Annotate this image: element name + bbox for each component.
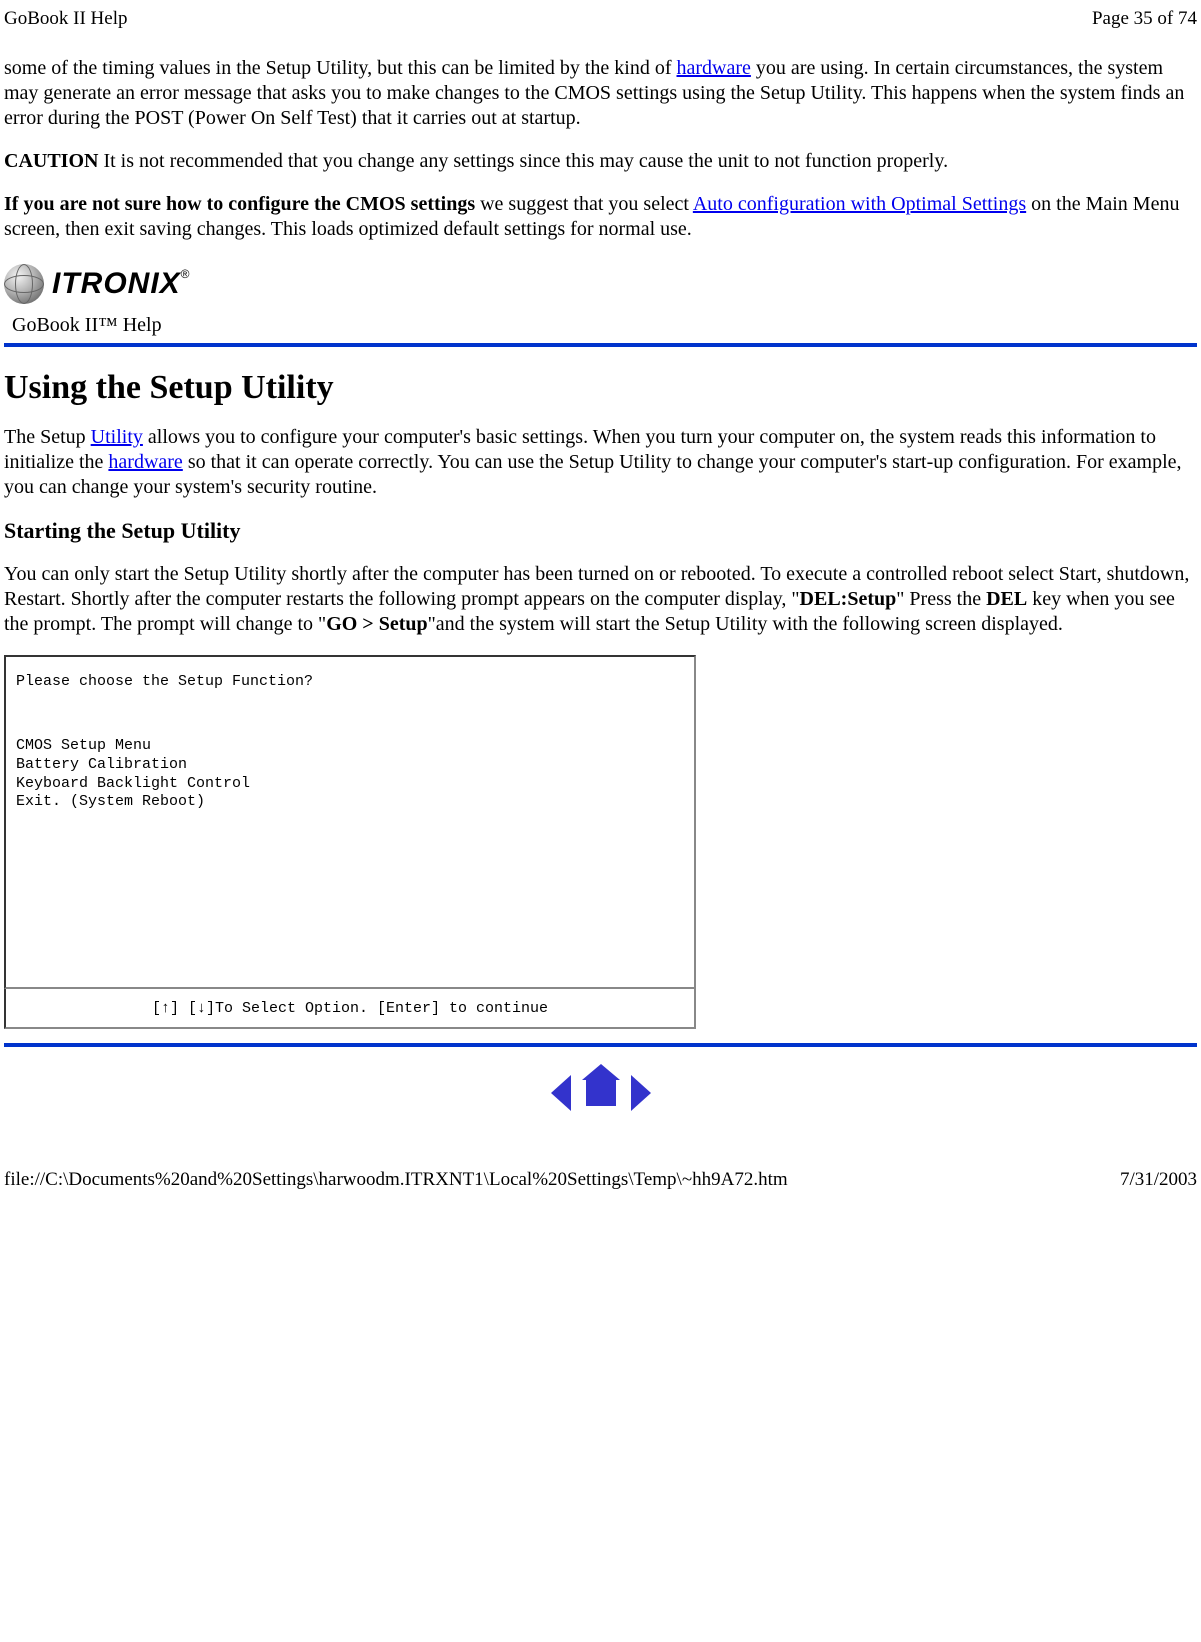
- navigation-controls: [4, 1075, 1197, 1111]
- page-footer: file://C:\Documents%20and%20Settings\har…: [0, 1139, 1201, 1203]
- brand-header-block: ITRONIX® GoBook II™ Help: [4, 260, 1197, 347]
- caution-label: CAUTION: [4, 150, 98, 172]
- brand-subtitle: GoBook II™ Help: [12, 314, 1197, 337]
- text: The Setup: [4, 426, 91, 448]
- divider-bar: [4, 343, 1197, 347]
- menu-item: Keyboard Backlight Control: [16, 775, 250, 794]
- hardware-link-2[interactable]: hardware: [108, 451, 182, 473]
- menu-item: Battery Calibration: [16, 756, 250, 775]
- subsection-heading: Starting the Setup Utility: [4, 518, 1197, 544]
- text: " Press the: [896, 588, 986, 610]
- brand-logo: ITRONIX®: [4, 260, 1197, 308]
- divider-bar: [4, 1043, 1197, 1047]
- hardware-link[interactable]: hardware: [677, 57, 751, 79]
- section-intro-paragraph: The Setup Utility allows you to configur…: [4, 425, 1197, 500]
- next-arrow-icon[interactable]: [631, 1075, 651, 1111]
- prev-arrow-icon[interactable]: [551, 1075, 571, 1111]
- home-icon[interactable]: [586, 1080, 616, 1106]
- text-bold: If you are not sure how to configure the…: [4, 193, 475, 215]
- menu-item: CMOS Setup Menu: [16, 737, 250, 756]
- header-title: GoBook II Help: [4, 8, 127, 30]
- screenshot-hint: [↑] [↓]To Select Option. [Enter] to cont…: [152, 1000, 548, 1017]
- text-bold: GO > Setup: [326, 613, 427, 635]
- cmos-suggestion-paragraph: If you are not sure how to configure the…: [4, 192, 1197, 242]
- footer-path: file://C:\Documents%20and%20Settings\har…: [4, 1169, 788, 1191]
- screenshot-menu: CMOS Setup Menu Battery Calibration Keyb…: [16, 737, 250, 812]
- text: some of the timing values in the Setup U…: [4, 57, 677, 79]
- screenshot-prompt: Please choose the Setup Function?: [16, 673, 313, 690]
- text-bold: DEL:Setup: [800, 588, 897, 610]
- setup-screenshot: Please choose the Setup Function? CMOS S…: [4, 655, 696, 1029]
- text-bold: DEL: [986, 588, 1027, 610]
- screenshot-main-pane: Please choose the Setup Function? CMOS S…: [4, 655, 696, 989]
- starting-paragraph: You can only start the Setup Utility sho…: [4, 562, 1197, 637]
- text: we suggest that you select: [475, 193, 693, 215]
- globe-icon: [4, 264, 44, 304]
- brand-text: ITRONIX: [52, 267, 181, 300]
- text: "and the system will start the Setup Uti…: [428, 613, 1063, 635]
- menu-item: Exit. (System Reboot): [16, 793, 250, 812]
- section-heading: Using the Setup Utility: [4, 369, 1197, 407]
- registered-mark: ®: [181, 267, 191, 281]
- utility-link[interactable]: Utility: [91, 426, 143, 448]
- caution-paragraph: CAUTION It is not recommended that you c…: [4, 149, 1197, 174]
- intro-paragraph-continued: some of the timing values in the Setup U…: [4, 56, 1197, 131]
- footer-date: 7/31/2003: [1120, 1169, 1197, 1191]
- page-number: Page 35 of 74: [1092, 8, 1197, 30]
- screenshot-footer-pane: [↑] [↓]To Select Option. [Enter] to cont…: [4, 989, 696, 1029]
- page-header: GoBook II Help Page 35 of 74: [0, 0, 1201, 38]
- main-content: some of the timing values in the Setup U…: [0, 56, 1201, 1111]
- caution-text: It is not recommended that you change an…: [98, 150, 948, 172]
- brand-name: ITRONIX®: [52, 267, 191, 301]
- auto-config-link[interactable]: Auto configuration with Optimal Settings: [693, 193, 1026, 215]
